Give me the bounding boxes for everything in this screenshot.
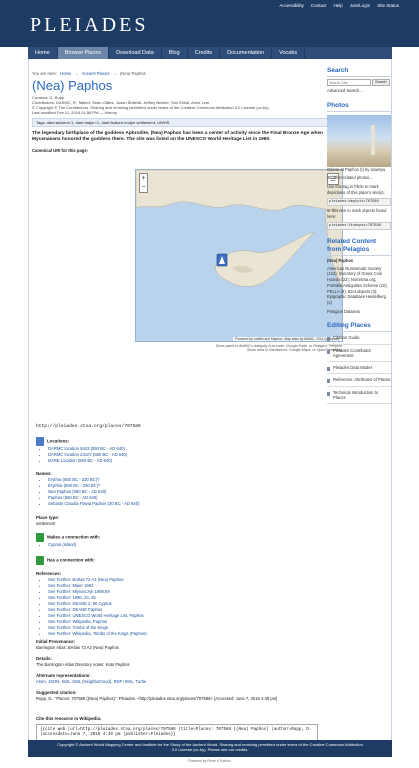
site-header: PLEIADES Accessibility Contact Help Join…	[0, 0, 419, 47]
provenance-value: Barrington Atlas: BAtlas 72 A3 (Nea) Pap…	[36, 644, 119, 650]
connection-icon	[36, 556, 44, 565]
references-section: References: See Further: BAtlas 72 A3 (N…	[36, 571, 336, 637]
map-caption-area-links[interactable]: Show area in GeoNames, Google Maps, or O…	[135, 348, 343, 352]
connection-link[interactable]: Cyprus (island)	[48, 542, 336, 548]
editing-places-title: Editing Places	[327, 322, 391, 333]
cyprus-island	[215, 231, 315, 287]
editing-link-citation-guide[interactable]: Citation Guide	[327, 332, 391, 345]
search-input[interactable]	[327, 79, 371, 86]
map-coast-north	[136, 170, 342, 211]
wikipedia-cite-title: Cite this resource in Wikipedia:	[36, 716, 102, 721]
citation-value: Rupp, D.. "Places: 707586 ((Nea) Paphos)…	[36, 695, 278, 701]
zoom-in-button[interactable]: +	[140, 174, 147, 183]
photo-caption: Odeon at Paphos (I) by isawnyu.	[327, 166, 387, 172]
findspot-text: or this one to mark objects found here:	[327, 208, 387, 219]
site-status-link[interactable]: Site Status	[377, 3, 399, 9]
provenance-section: Initial Provenance: Barrington Atlas: BA…	[36, 639, 336, 650]
breadcrumb-prefix: You are here:	[32, 71, 57, 76]
place-description: The legendary birthplace of the goddess …	[32, 130, 323, 142]
tab-documentation[interactable]: Documentation	[220, 47, 273, 59]
editing-link-contributor-agreement[interactable]: Pleiades Contributor Agreement	[327, 345, 391, 363]
photo-column	[371, 124, 375, 155]
name-link[interactable]: Sebaste Claudia Flavia Paphos (30 BC - A…	[48, 501, 336, 507]
canonical-uri[interactable]: http://pleiades.stoa.org/places/707586	[36, 424, 141, 430]
map-graphic	[136, 170, 342, 288]
accessibility-link[interactable]: Accessibility	[279, 3, 304, 9]
map-attribution: Powered by Leaflet and Mapbox. Map base …	[233, 336, 342, 341]
site-logo[interactable]: PLEIADES	[30, 13, 148, 38]
contact-link[interactable]: Contact	[311, 3, 327, 9]
photos-title: Photos	[327, 102, 391, 112]
citation-section: Suggested citation: Rupp, D.. "Places: 7…	[36, 690, 336, 701]
tab-download-data[interactable]: Download Data	[109, 47, 162, 59]
page-body: You are here: Home → Ancient Places → (N…	[28, 59, 392, 755]
related-content-title: Related Content from Pelagios	[327, 238, 391, 256]
related-content-list[interactable]: American Numismatic Society (124); Inven…	[327, 266, 391, 306]
place-type-value: settlement	[36, 520, 56, 526]
editing-link-technical-intro[interactable]: Technical Introduction to Places	[327, 387, 391, 405]
has-connection-section: Has a connection with:	[36, 556, 336, 565]
tags-bar[interactable]: Tags: dare:ancient=1, dare:major=1, dare…	[32, 117, 340, 127]
top-links: Accessibility Contact Help Join/Login Si…	[279, 3, 399, 9]
breadcrumb-current: (Nea) Paphos	[119, 71, 146, 76]
tab-credits[interactable]: Credits	[188, 47, 221, 59]
footer-copyright-line2: 3.0 License (cc-by). Please see our cred…	[171, 747, 249, 753]
tab-browse-places[interactable]: Browse Places	[57, 47, 110, 59]
search-title: Search	[327, 67, 391, 77]
zoom-control: + −	[139, 173, 148, 193]
connection-icon	[36, 533, 44, 542]
details-value: The Barrington Atlas Directory notes: Ka…	[36, 661, 130, 667]
place-map[interactable]: + − ☰ Powered by Leaflet and Mapbox. Map…	[135, 169, 343, 342]
flickr-tag-text: Use this tag in Flickr to mark depiction…	[327, 184, 385, 195]
main-nav: Home Browse Places Download Data Blog Cr…	[28, 47, 392, 59]
alt-representations-section: Alternate representations: Atom, JSON, K…	[36, 673, 336, 684]
zoom-out-button[interactable]: −	[140, 183, 147, 192]
connections-title: Makes a connection with:	[47, 534, 101, 540]
location-link[interactable]: DARE Location (550 BC - AD 640)	[48, 458, 336, 464]
editing-places-list: Citation Guide Pleiades Contributor Agre…	[327, 332, 391, 405]
reference-link[interactable]: See Further: Wikipedia, Tombs of the Kin…	[48, 631, 336, 637]
tab-vocabs[interactable]: Vocabs	[272, 47, 306, 59]
breadcrumb: You are here: Home → Ancient Places → (N…	[32, 71, 340, 76]
advanced-search-link[interactable]: Advanced Search...	[327, 88, 391, 94]
place-photo[interactable]	[327, 114, 391, 167]
breadcrumb-home[interactable]: Home	[60, 71, 71, 76]
locations-title: Locations:	[47, 438, 70, 444]
main-content: You are here: Home → Ancient Places → (N…	[32, 71, 340, 153]
details-section: Details: The Barrington Atlas Directory …	[36, 656, 336, 667]
names-section: Names: Erythra (550 BC - 330 BC)? Erythr…	[36, 471, 336, 507]
locations-section: Locations: DARMC location 5443 (550 BC -…	[36, 437, 336, 464]
tab-home[interactable]: Home	[28, 47, 58, 59]
tab-blog[interactable]: Blog	[162, 47, 188, 59]
alt-representations-links[interactable]: Atom, JSON, KML, KML (Neighborhood), RDF…	[36, 679, 336, 684]
connections-section: Makes a connection with: Cyprus (island)	[36, 533, 336, 548]
breadcrumb-separator: →	[74, 71, 79, 76]
related-place-name: (Nea) Paphos	[327, 258, 354, 263]
related-photos-link[interactable]: 46 other related photos...	[327, 175, 391, 181]
findspot-tag-box[interactable]: pleiades:findspot=707586	[327, 221, 391, 230]
pelagios-datasets-link[interactable]: Pelagios Datasets	[327, 309, 391, 315]
site-footer: Copyright © Ancient World Mapping Center…	[28, 740, 392, 757]
depicts-tag-box[interactable]: pleiades:depicts=707586	[327, 197, 391, 207]
page-title: (Nea) Paphos	[32, 78, 113, 94]
join-login-link[interactable]: Join/Login	[350, 3, 371, 9]
place-type-section: Place type: settlement	[36, 515, 336, 526]
search-row: Search	[327, 79, 391, 86]
has-connection-title: Has a connection with:	[47, 557, 95, 563]
canonical-uri-label: Canonical URI for this page:	[32, 147, 89, 153]
breadcrumb-separator: →	[112, 71, 117, 76]
sidebar: Search Search Advanced Search... Photos …	[327, 63, 391, 405]
editing-link-data-model[interactable]: Pleiades Data Model	[327, 362, 391, 375]
editing-link-attributes[interactable]: Reference: Attributes of Places	[327, 374, 391, 387]
search-button[interactable]: Search	[372, 79, 390, 86]
breadcrumb-ancient-places[interactable]: Ancient Places	[82, 71, 110, 76]
map-caption: Show place in AWMC's Antiquity À-la-cart…	[135, 344, 343, 353]
location-marker-icon[interactable]	[216, 253, 228, 269]
help-link[interactable]: Help	[333, 3, 342, 9]
location-marker-icon	[36, 437, 44, 446]
place-metadata: Creators: D. Rupp Contributors: DARMC, R…	[32, 95, 340, 115]
modified-text: Last modified Feb 11, 2016 01:58 PM — Hi…	[32, 109, 118, 115]
powered-by-text: Powered by Plone & Python	[188, 759, 231, 763]
